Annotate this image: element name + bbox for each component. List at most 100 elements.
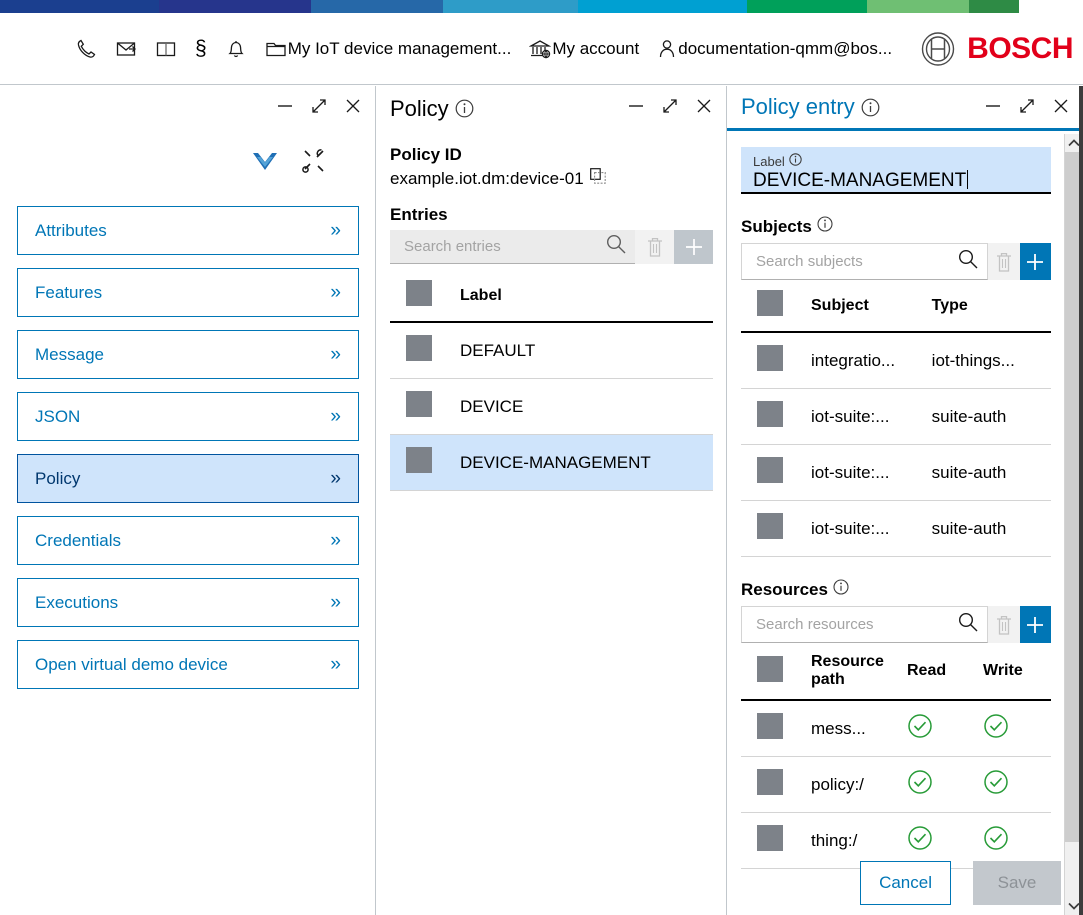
nav-button-features[interactable]: Features » bbox=[17, 268, 359, 317]
entries-add-button[interactable] bbox=[674, 230, 713, 264]
cancel-button[interactable]: Cancel bbox=[860, 861, 951, 905]
nav-button-policy[interactable]: Policy » bbox=[17, 454, 359, 503]
nav-button-json[interactable]: JSON » bbox=[17, 392, 359, 441]
resources-add-button[interactable] bbox=[1019, 606, 1051, 643]
header-item-phone[interactable] bbox=[66, 13, 106, 84]
minimize-icon[interactable] bbox=[983, 96, 1003, 116]
nav-button-credentials[interactable]: Credentials » bbox=[17, 516, 359, 565]
row-checkbox[interactable] bbox=[757, 713, 783, 739]
search-icon[interactable] bbox=[957, 248, 979, 275]
row-checkbox[interactable] bbox=[757, 513, 783, 539]
select-all-checkbox[interactable] bbox=[406, 280, 432, 306]
row-checkbox-cell bbox=[741, 700, 811, 757]
label-field[interactable]: Label DEVICE-MANAGEMENT bbox=[741, 147, 1051, 194]
select-all-checkbox[interactable] bbox=[757, 290, 783, 316]
subjects-search-input[interactable] bbox=[754, 252, 957, 271]
expand-icon[interactable] bbox=[660, 96, 680, 116]
table-row[interactable]: DEVICE bbox=[390, 379, 713, 435]
row-checkbox[interactable] bbox=[406, 335, 432, 361]
table-row[interactable]: policy:/ bbox=[741, 757, 1051, 813]
table-row[interactable]: iot-suite:... suite-auth bbox=[741, 445, 1051, 501]
chevron-double-right-icon: » bbox=[330, 530, 341, 551]
info-icon[interactable] bbox=[817, 216, 833, 237]
row-checkbox[interactable] bbox=[757, 401, 783, 427]
resources-search-input[interactable] bbox=[754, 615, 957, 634]
row-checkbox-cell bbox=[741, 445, 811, 501]
row-checkbox[interactable] bbox=[757, 345, 783, 371]
subjects-delete-button[interactable] bbox=[988, 243, 1020, 280]
header-item-mail[interactable] bbox=[106, 13, 146, 84]
entries-search-input[interactable] bbox=[402, 237, 605, 256]
resources-delete-button[interactable] bbox=[988, 606, 1020, 643]
info-icon[interactable] bbox=[455, 99, 474, 118]
table-row[interactable]: DEVICE-MANAGEMENT bbox=[390, 434, 713, 491]
row-checkbox[interactable] bbox=[757, 825, 783, 851]
entries-search-box[interactable] bbox=[390, 230, 635, 264]
resources-search-box[interactable] bbox=[741, 606, 988, 643]
check-circle-icon[interactable] bbox=[983, 769, 1009, 795]
entries-delete-button[interactable] bbox=[635, 230, 674, 264]
check-circle-icon[interactable] bbox=[907, 825, 933, 851]
search-icon[interactable] bbox=[957, 611, 979, 638]
policy-entry-content: Label DEVICE-MANAGEMENT Subjects Search … bbox=[727, 147, 1065, 869]
expand-icon[interactable] bbox=[1017, 96, 1037, 116]
policy-id-row: example.iot.dm:device-01 bbox=[390, 168, 713, 189]
info-icon[interactable] bbox=[789, 153, 802, 169]
table-row[interactable]: mess... bbox=[741, 700, 1051, 757]
supergraphic-segment bbox=[747, 0, 867, 13]
table-row[interactable]: iot-suite:... suite-auth bbox=[741, 501, 1051, 557]
subjects-search-box[interactable] bbox=[741, 243, 988, 280]
row-checkbox[interactable] bbox=[406, 391, 432, 417]
header-item-bell[interactable] bbox=[216, 13, 256, 84]
entries-label-wrap: Entries bbox=[376, 189, 727, 230]
row-checkbox[interactable] bbox=[406, 447, 432, 473]
row-checkbox[interactable] bbox=[757, 769, 783, 795]
row-checkbox[interactable] bbox=[757, 457, 783, 483]
table-row[interactable]: integratio... iot-things... bbox=[741, 332, 1051, 389]
close-icon[interactable] bbox=[694, 96, 714, 116]
minimize-icon[interactable] bbox=[275, 96, 295, 116]
policy-entry-header: Policy entry bbox=[727, 86, 1083, 131]
subjects-table: Subject Type integratio... iot-things... i… bbox=[741, 280, 1051, 557]
resource-read-toggle[interactable] bbox=[907, 700, 983, 757]
header-item-folder[interactable]: My IoT device management... bbox=[256, 13, 521, 84]
nav-button-message[interactable]: Message » bbox=[17, 330, 359, 379]
table-row[interactable]: iot-suite:... suite-auth bbox=[741, 389, 1051, 445]
header-item-book[interactable] bbox=[146, 13, 186, 84]
nav-button-executions[interactable]: Executions » bbox=[17, 578, 359, 627]
policy-entry-title: Policy entry bbox=[741, 94, 880, 120]
label-field-value-row: DEVICE-MANAGEMENT bbox=[753, 169, 1039, 192]
header-item-section-sign[interactable]: § bbox=[186, 13, 216, 84]
close-icon[interactable] bbox=[1051, 96, 1071, 116]
header-item-person[interactable]: documentation-qmm@bos... bbox=[648, 13, 901, 84]
select-all-checkbox[interactable] bbox=[757, 655, 783, 682]
nav-button-attributes[interactable]: Attributes » bbox=[17, 206, 359, 255]
copy-icon[interactable] bbox=[589, 168, 606, 189]
info-icon[interactable] bbox=[861, 98, 880, 117]
minimize-icon[interactable] bbox=[626, 96, 646, 116]
policy-panel-window-controls bbox=[626, 96, 714, 116]
info-icon[interactable] bbox=[833, 579, 849, 600]
check-circle-icon[interactable] bbox=[983, 825, 1009, 851]
subjects-table-head: Subject Type bbox=[741, 280, 1051, 332]
resources-table-head: Resource path Read Write bbox=[741, 643, 1051, 700]
check-circle-icon[interactable] bbox=[907, 769, 933, 795]
row-checkbox-cell bbox=[741, 501, 811, 557]
connected-heart-icon[interactable] bbox=[251, 149, 279, 178]
entries-table-head: Label bbox=[390, 270, 713, 322]
check-circle-icon[interactable] bbox=[983, 713, 1009, 739]
expand-icon[interactable] bbox=[309, 96, 329, 116]
table-row[interactable]: DEFAULT bbox=[390, 322, 713, 379]
tools-icon[interactable] bbox=[301, 148, 327, 179]
label-field-value[interactable]: DEVICE-MANAGEMENT bbox=[753, 170, 966, 192]
nav-button-open-virtual-demo-device[interactable]: Open virtual demo device » bbox=[17, 640, 359, 689]
resource-read-toggle[interactable] bbox=[907, 757, 983, 813]
header-item-label: My account bbox=[552, 39, 640, 58]
check-circle-icon[interactable] bbox=[907, 713, 933, 739]
resource-write-toggle[interactable] bbox=[983, 700, 1051, 757]
search-icon[interactable] bbox=[605, 233, 627, 260]
header-item-bank[interactable]: My account bbox=[520, 13, 648, 84]
close-icon[interactable] bbox=[343, 96, 363, 116]
subjects-add-button[interactable] bbox=[1019, 243, 1051, 280]
resource-write-toggle[interactable] bbox=[983, 757, 1051, 813]
